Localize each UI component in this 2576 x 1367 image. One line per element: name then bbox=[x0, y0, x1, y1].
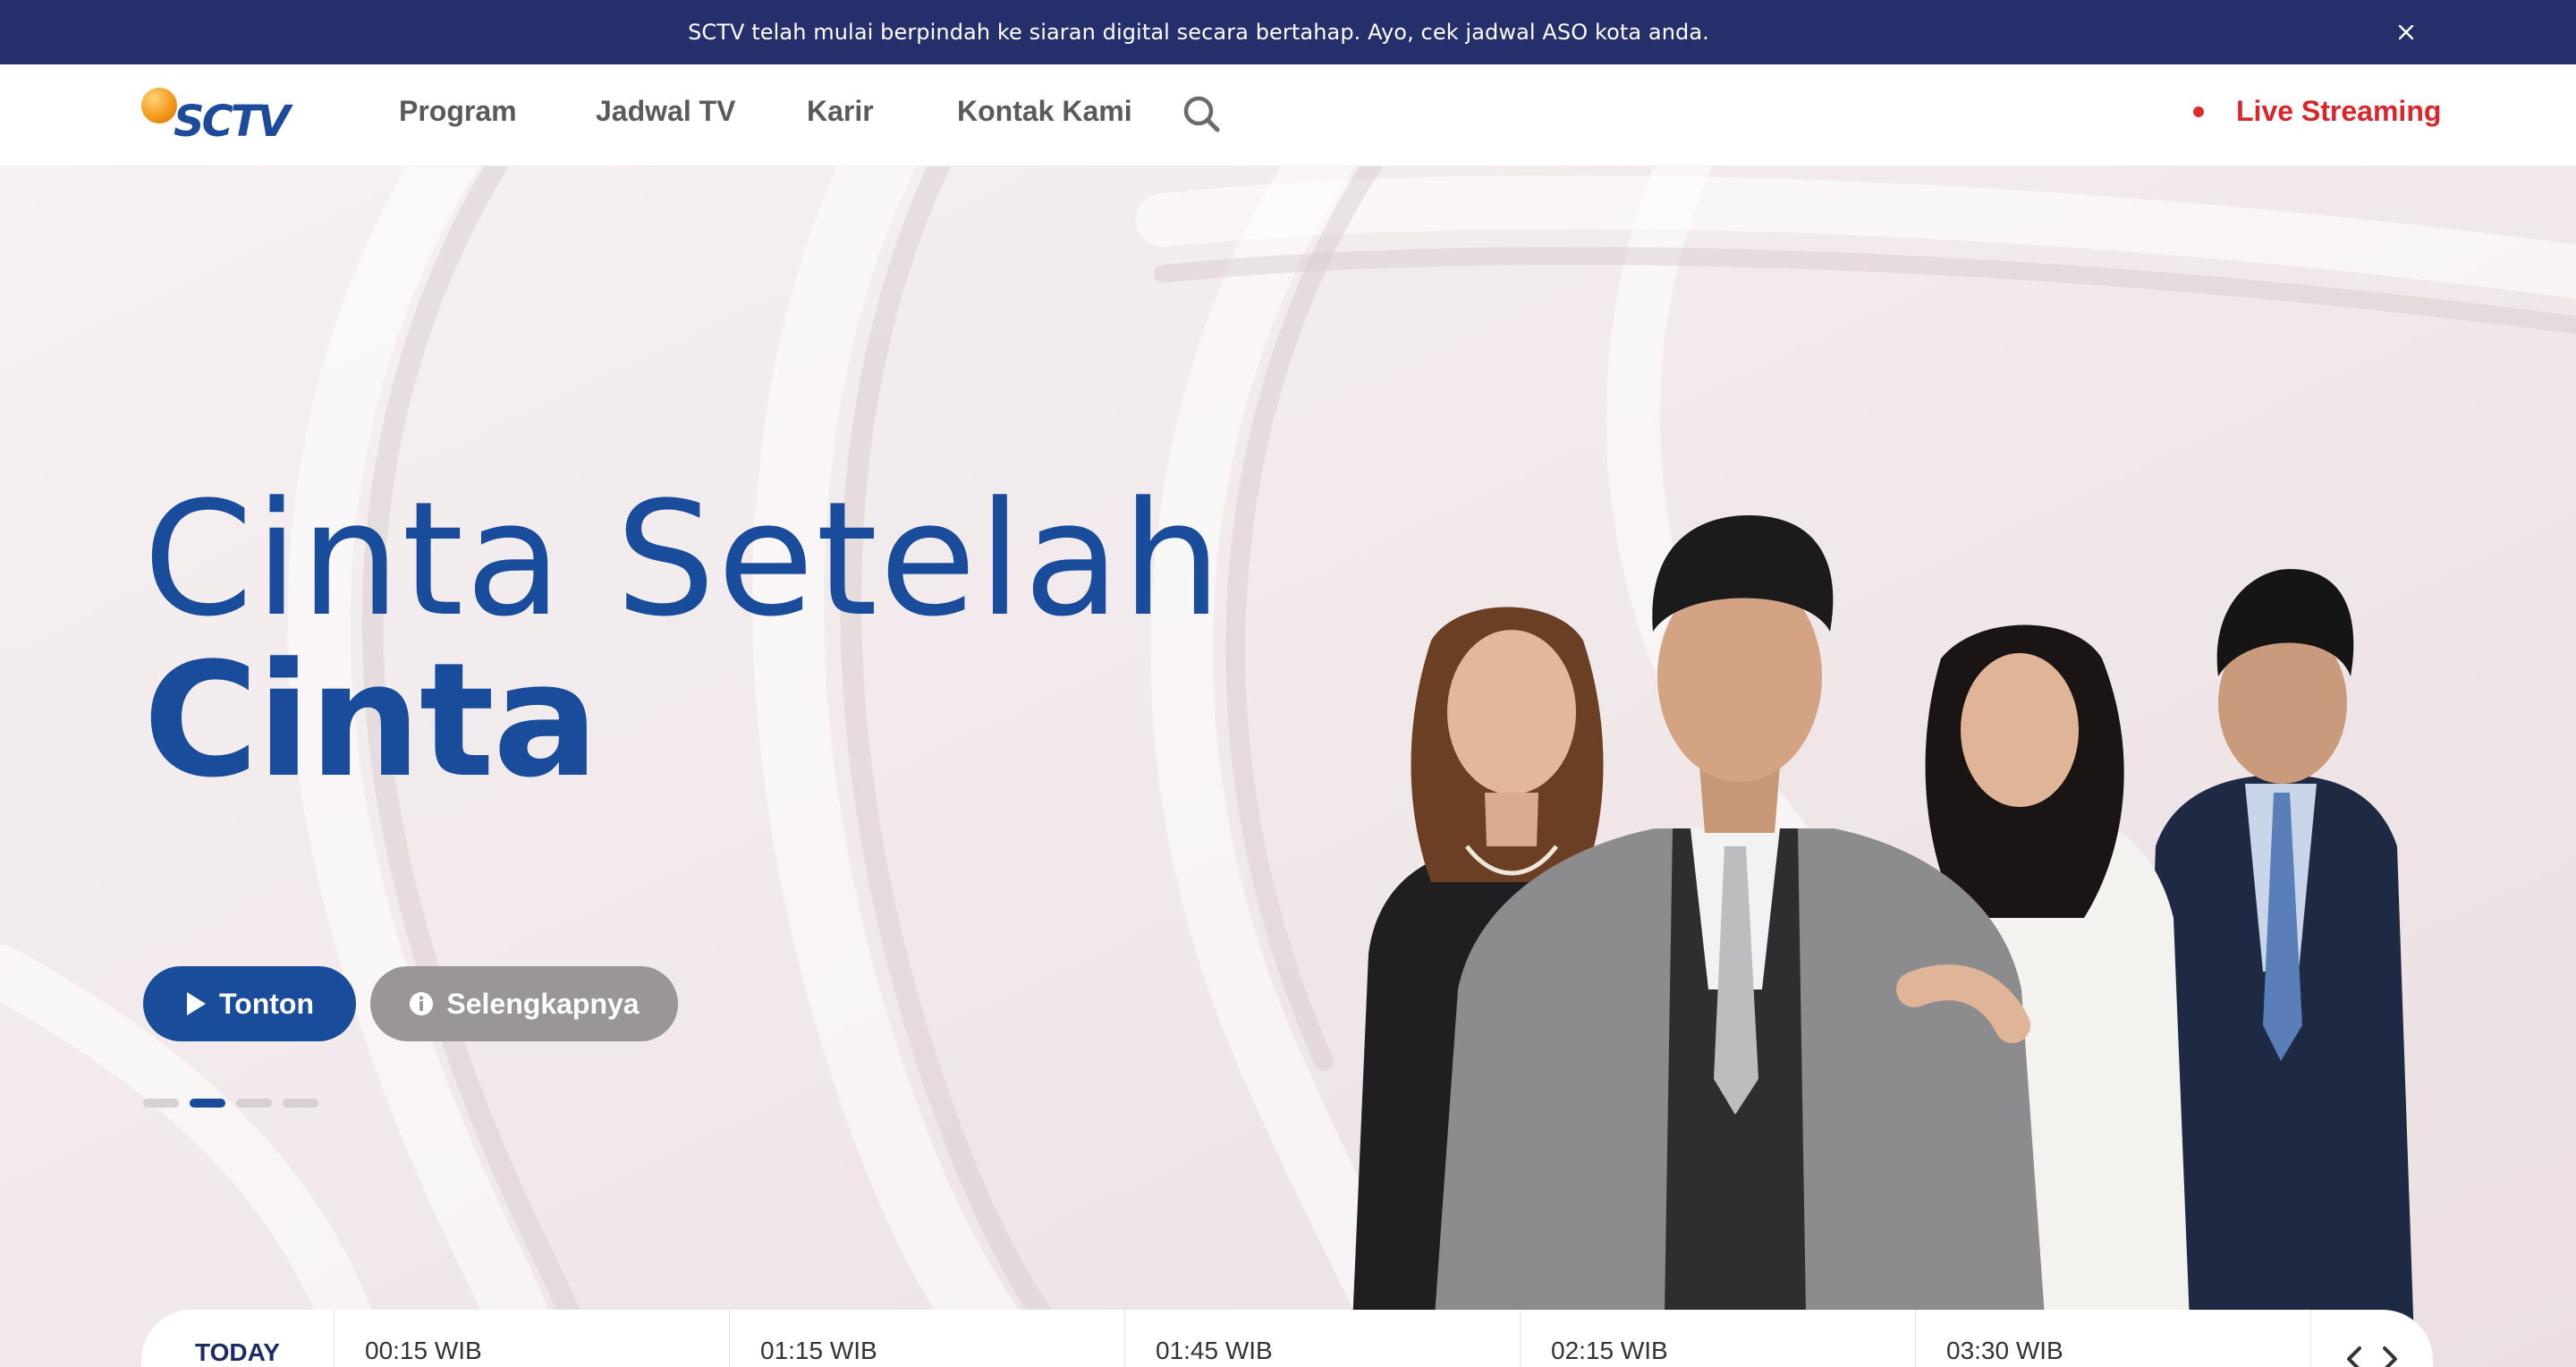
carousel-dot[interactable] bbox=[143, 1099, 179, 1108]
schedule-navigation bbox=[2311, 1310, 2433, 1367]
close-icon[interactable] bbox=[2390, 16, 2422, 48]
more-info-button-label: Selengkapnya bbox=[446, 987, 640, 1020]
schedule-slot[interactable]: 02:15 WIB bbox=[1521, 1310, 1916, 1367]
logo-text: SCTV bbox=[174, 97, 291, 147]
watch-button-label: Tonton bbox=[218, 987, 314, 1020]
search-icon[interactable] bbox=[1179, 91, 1225, 138]
announcement-bar: SCTV telah mulai berpindah ke siaran dig… bbox=[0, 0, 2576, 64]
tv-schedule-strip: TODAY 00:15 WIB 01:15 WIB 01:45 WIB 02:1… bbox=[141, 1310, 2433, 1367]
schedule-today-label: TODAY bbox=[141, 1310, 335, 1367]
carousel-indicators bbox=[143, 1099, 329, 1108]
more-info-button[interactable]: Selengkapnya bbox=[370, 966, 678, 1041]
schedule-slot[interactable]: 00:15 WIB bbox=[335, 1310, 730, 1367]
hero-banner: Cinta Setelah Cinta Tonton Selengkapnya bbox=[0, 166, 2576, 1367]
announcement-text: SCTV telah mulai berpindah ke siaran dig… bbox=[688, 20, 1709, 45]
carousel-dot[interactable] bbox=[236, 1099, 272, 1108]
live-streaming-label: Live Streaming bbox=[2236, 95, 2442, 127]
watch-button[interactable]: Tonton bbox=[143, 966, 356, 1041]
play-icon bbox=[185, 991, 207, 1016]
site-header: SCTV Program Jadwal TV Karir Kontak Kami… bbox=[0, 64, 2576, 166]
nav-program[interactable]: Program bbox=[399, 95, 517, 128]
schedule-slot[interactable]: 01:45 WIB bbox=[1125, 1310, 1521, 1367]
chevron-right-icon[interactable] bbox=[2372, 1346, 2408, 1367]
hero-cast-image bbox=[1351, 515, 2415, 1367]
nav-jadwal-tv[interactable]: Jadwal TV bbox=[596, 95, 736, 128]
info-icon bbox=[409, 991, 434, 1016]
nav-karir[interactable]: Karir bbox=[807, 95, 874, 128]
hero-title-line1: Cinta Setelah bbox=[143, 468, 1224, 651]
schedule-slot[interactable]: 01:15 WIB bbox=[730, 1310, 1125, 1367]
live-streaming-link[interactable]: Live Streaming bbox=[2193, 95, 2441, 128]
logo-sun-icon bbox=[141, 88, 177, 123]
chevron-left-icon[interactable] bbox=[2336, 1346, 2372, 1367]
hero-title: Cinta Setelah Cinta bbox=[143, 481, 1224, 800]
carousel-dot[interactable] bbox=[283, 1099, 318, 1108]
nav-kontak-kami[interactable]: Kontak Kami bbox=[957, 95, 1132, 128]
live-dot-icon bbox=[2193, 106, 2204, 117]
hero-title-line2: Cinta bbox=[143, 629, 599, 812]
carousel-dot-active[interactable] bbox=[190, 1099, 225, 1108]
schedule-slot[interactable]: 03:30 WIB bbox=[1916, 1310, 2311, 1367]
sctv-logo[interactable]: SCTV bbox=[141, 84, 291, 147]
